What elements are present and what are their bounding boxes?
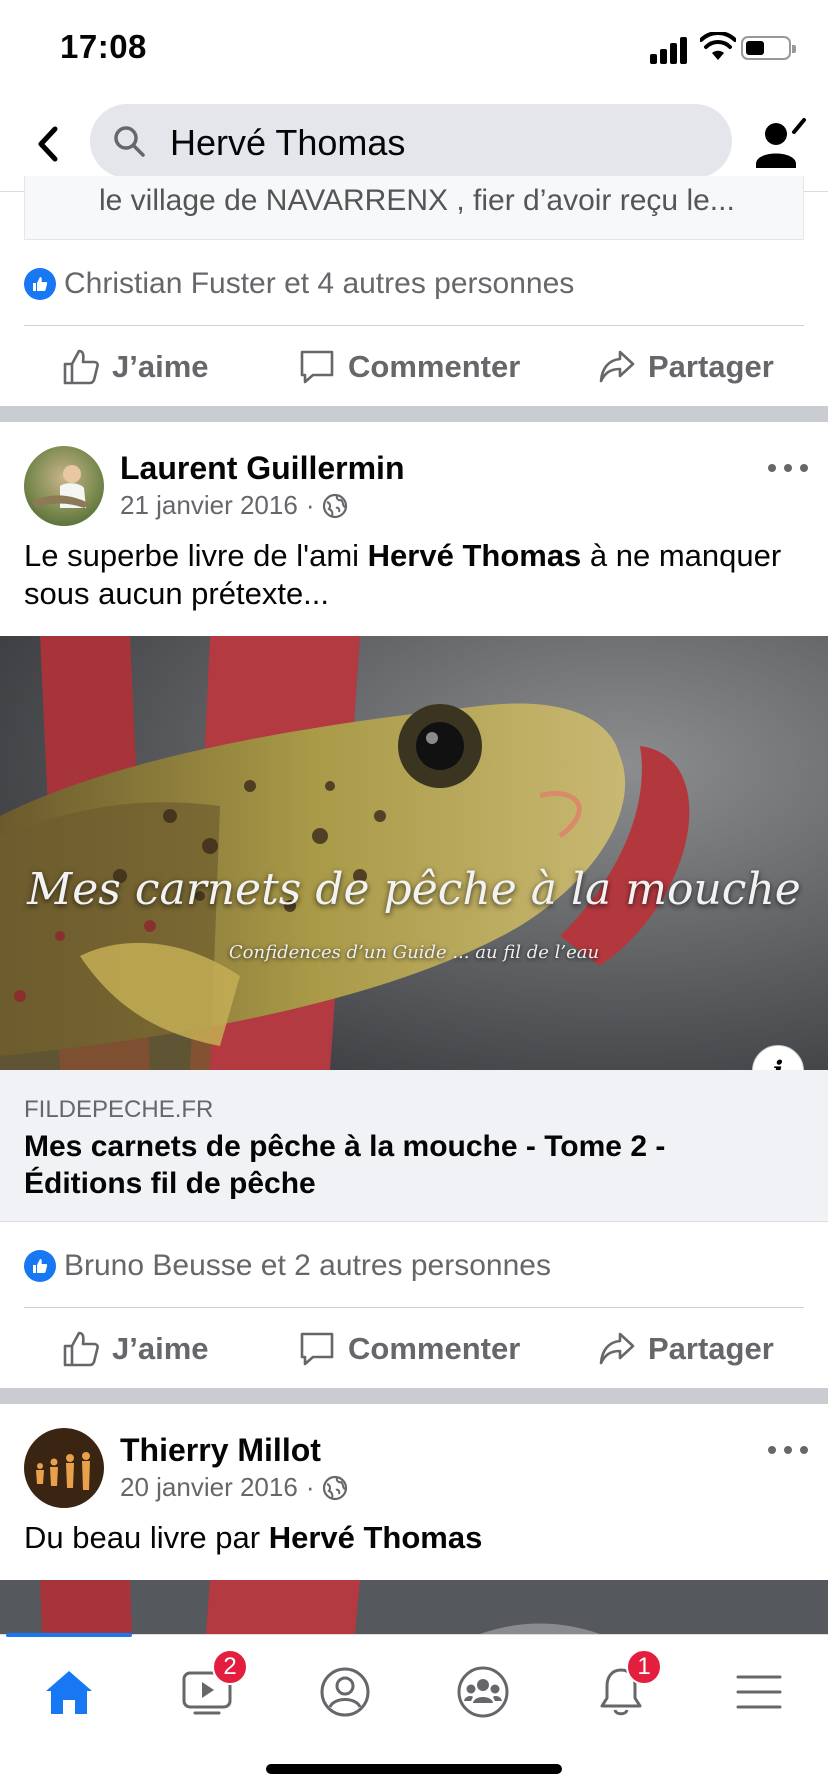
groups-icon: [457, 1666, 509, 1718]
post-date[interactable]: 21 janvier 2016: [120, 490, 298, 521]
wifi-icon: [700, 32, 736, 60]
meta-dot: ·: [305, 1472, 315, 1502]
meta-dot: ·: [305, 490, 315, 520]
search-icon: [114, 126, 145, 157]
divider: [24, 1307, 804, 1308]
post-meta: 21 janvier 2016 ·: [120, 490, 348, 521]
search-input[interactable]: Hervé Thomas: [90, 104, 732, 178]
comment-label: Commenter: [348, 349, 521, 384]
menu-icon: [736, 1675, 782, 1709]
reaction-summary[interactable]: Christian Fuster et 4 autres personnes: [24, 264, 574, 304]
post-image-partial: [40, 1580, 600, 1634]
chevron-left-icon: [38, 126, 58, 162]
like-button[interactable]: J’aime: [62, 1314, 209, 1384]
divider: [24, 325, 804, 326]
post-date[interactable]: 20 janvier 2016: [120, 1472, 298, 1503]
post-text: Le superbe livre de l'ami Hervé Thomas à…: [24, 537, 804, 613]
avatar[interactable]: [24, 446, 104, 526]
like-reaction-icon: [24, 1250, 56, 1282]
share-icon: [599, 1332, 635, 1365]
post-meta: 20 janvier 2016 ·: [120, 1472, 348, 1503]
mention-link[interactable]: Hervé Thomas: [368, 538, 582, 573]
reaction-summary[interactable]: Bruno Beusse et 2 autres personnes: [24, 1246, 551, 1286]
tab-watch[interactable]: 2: [162, 1649, 252, 1727]
comment-button[interactable]: Commenter: [298, 1314, 520, 1384]
like-label: J’aime: [112, 1331, 209, 1366]
like-reaction-icon: [24, 268, 56, 300]
tab-home[interactable]: [24, 1657, 114, 1727]
reaction-text: Christian Fuster et 4 autres personnes: [64, 267, 575, 300]
post-options-button[interactable]: [768, 1438, 808, 1462]
post-text-start: Du beau livre par: [24, 1520, 269, 1555]
image-overlay-title: Mes carnets de pêche à la mouche: [27, 864, 801, 915]
like-button[interactable]: J’aime: [62, 332, 209, 402]
thumbs-up-icon: [63, 349, 99, 385]
link-domain: FILDEPECHE.FR: [24, 1096, 214, 1123]
tab-notifications[interactable]: 1: [576, 1649, 666, 1727]
link-preview-image[interactable]: Mes carnets de pêche à la mouche Confide…: [0, 636, 828, 1070]
mention-link[interactable]: Hervé Thomas: [269, 1520, 483, 1555]
tab-menu[interactable]: [714, 1657, 804, 1727]
share-button[interactable]: Partager: [598, 1314, 774, 1384]
link-title: Mes carnets de pêche à la mouche - Tome …: [24, 1130, 666, 1200]
share-label: Partager: [648, 1331, 774, 1366]
avatar-photo: [36, 1452, 90, 1490]
link-preview-card[interactable]: FILDEPECHE.FR Mes carnets de pêche à la …: [0, 1070, 828, 1222]
like-label: J’aime: [112, 349, 209, 384]
home-icon: [46, 1671, 92, 1714]
image-overlay-subtitle: Confidences d’un Guide ... au fil de l’e…: [228, 942, 600, 963]
tab-groups[interactable]: [438, 1657, 528, 1727]
status-time: 17:08: [60, 28, 147, 65]
thumbs-up-icon: [63, 1331, 99, 1367]
fish-photo: [0, 636, 828, 1070]
search-query: Hervé Thomas: [170, 122, 406, 163]
home-indicator: [266, 1764, 562, 1774]
share-label: Partager: [648, 349, 774, 384]
signal-icon: [650, 34, 692, 64]
globe-icon: [323, 493, 348, 518]
shared-content-snippet[interactable]: le village de NAVARRENX , fier d’avoir r…: [24, 176, 804, 240]
profile-icon: [320, 1667, 370, 1717]
action-bar: J’aime Commenter Partager: [0, 332, 828, 402]
reaction-text: Bruno Beusse et 2 autres personnes: [64, 1249, 551, 1282]
comment-label: Commenter: [348, 1331, 521, 1366]
status-bar: 17:08: [0, 0, 828, 96]
globe-icon: [323, 1475, 348, 1500]
share-button[interactable]: Partager: [598, 332, 774, 402]
active-tab-indicator: [6, 1633, 132, 1637]
post-text: Du beau livre par Hervé Thomas: [24, 1519, 804, 1557]
post-options-button[interactable]: [768, 456, 808, 480]
action-bar: J’aime Commenter Partager: [0, 1314, 828, 1384]
shared-snippet-text: le village de NAVARRENX , fier d’avoir r…: [99, 184, 735, 217]
avatar[interactable]: [24, 1428, 104, 1508]
feed-separator: [0, 1388, 828, 1404]
comment-icon: [300, 350, 334, 384]
comment-button[interactable]: Commenter: [298, 332, 520, 402]
feed-separator: [0, 406, 828, 422]
battery-icon: [741, 36, 796, 60]
post-image-preview[interactable]: [0, 1580, 828, 1634]
post-text-start: Le superbe livre de l'ami: [24, 538, 368, 573]
post-author[interactable]: Laurent Guillermin: [120, 450, 404, 487]
back-button[interactable]: [28, 120, 68, 168]
tab-profile[interactable]: [300, 1657, 390, 1727]
post-author[interactable]: Thierry Millot: [120, 1432, 321, 1469]
avatar-photo: [32, 465, 90, 508]
people-search-button[interactable]: [750, 114, 810, 174]
notification-badge: 1: [626, 1649, 662, 1685]
comment-icon: [300, 1332, 334, 1366]
share-icon: [599, 350, 635, 383]
notification-badge: 2: [212, 1649, 248, 1685]
